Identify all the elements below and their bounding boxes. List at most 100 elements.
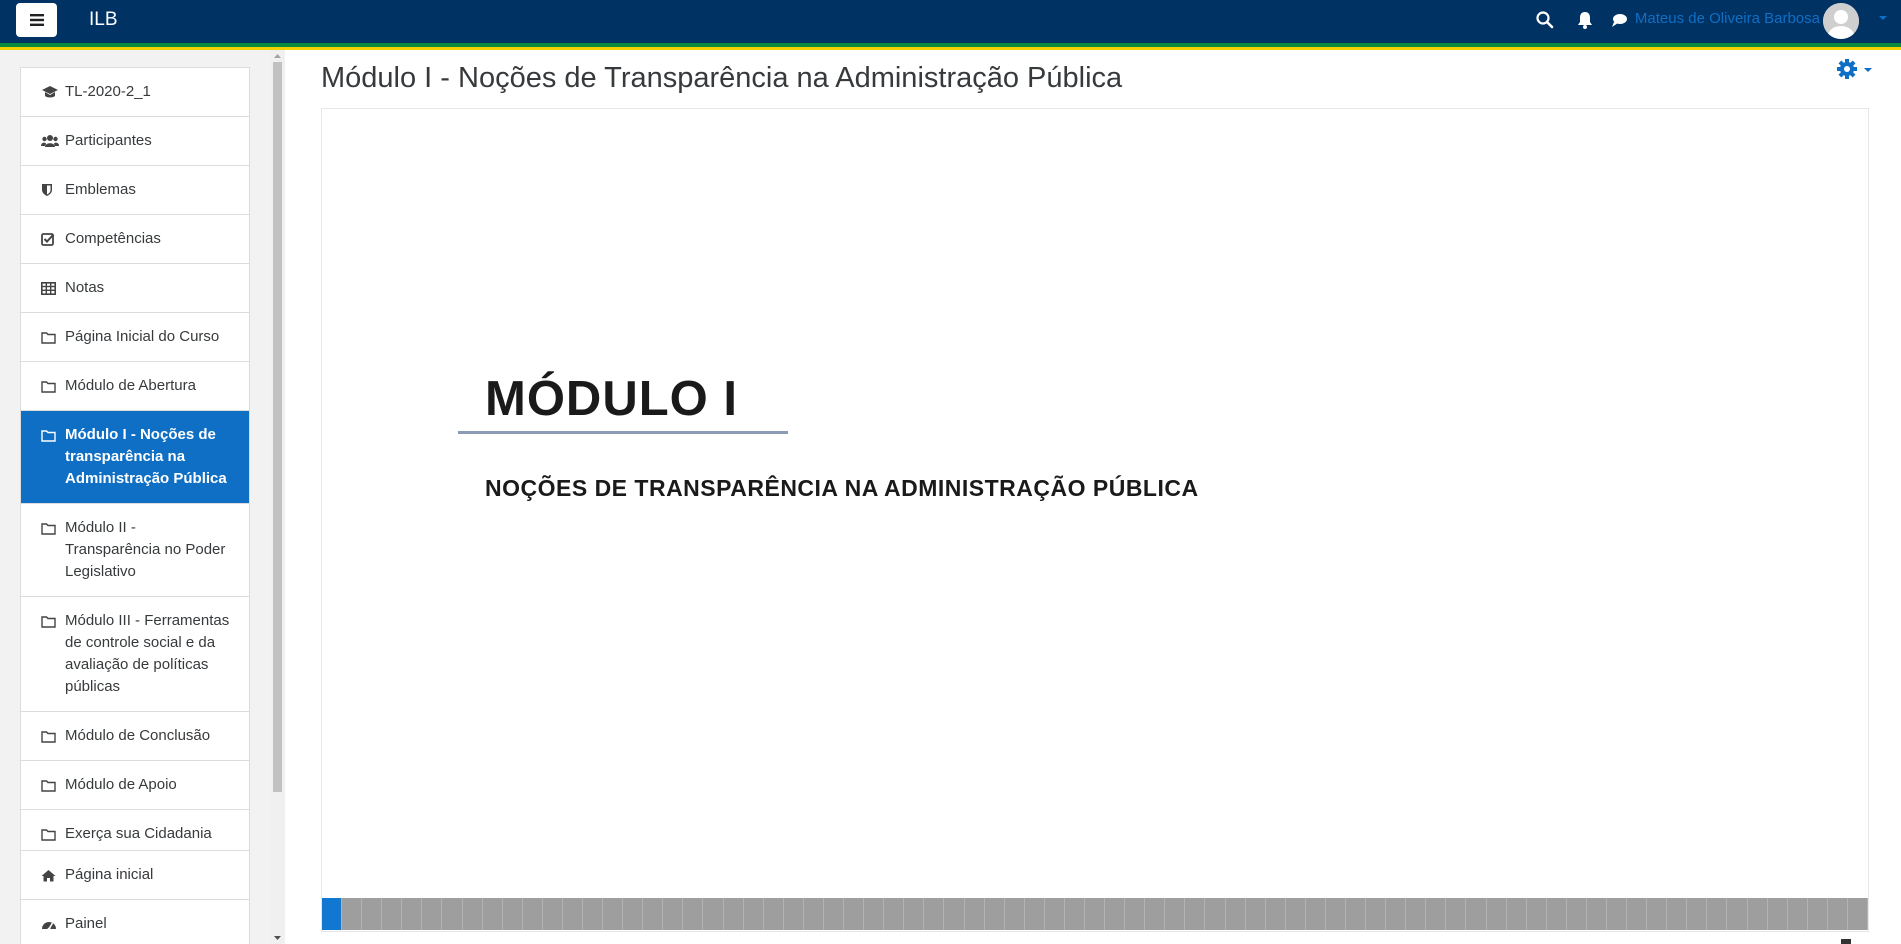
progress-segment[interactable] bbox=[483, 898, 503, 930]
user-menu-name[interactable]: Mateus de Oliveira Barbosa bbox=[1635, 10, 1820, 27]
progress-segment[interactable] bbox=[1346, 898, 1367, 930]
progress-segment[interactable] bbox=[1727, 898, 1748, 930]
nav-item-module-2[interactable]: Módulo II - Transparência no Poder Legis… bbox=[21, 504, 249, 597]
progress-segment[interactable] bbox=[1808, 898, 1828, 930]
progress-segment[interactable] bbox=[1185, 898, 1206, 930]
progress-segment[interactable] bbox=[1567, 898, 1587, 930]
progress-segment[interactable] bbox=[683, 898, 704, 930]
progress-segment[interactable] bbox=[402, 898, 423, 930]
progress-segment[interactable] bbox=[1828, 898, 1848, 930]
progress-segment[interactable] bbox=[1406, 898, 1427, 930]
progress-segment[interactable] bbox=[1446, 898, 1467, 930]
progress-segment[interactable] bbox=[1527, 898, 1547, 930]
bell-icon[interactable] bbox=[1575, 10, 1595, 30]
chat-icon[interactable] bbox=[1609, 10, 1629, 30]
progress-segment[interactable] bbox=[1748, 898, 1768, 930]
progress-segment[interactable] bbox=[382, 898, 403, 930]
progress-segment[interactable] bbox=[844, 898, 865, 930]
progress-segment[interactable] bbox=[1085, 898, 1106, 930]
site-brand[interactable]: ILB bbox=[89, 9, 118, 31]
nav-item-course-home[interactable]: Página Inicial do Curso bbox=[21, 313, 249, 362]
progress-segment[interactable] bbox=[1466, 898, 1487, 930]
nav-item-participants[interactable]: Participantes bbox=[21, 117, 249, 166]
progress-segment[interactable] bbox=[623, 898, 644, 930]
nav-item-badges[interactable]: Emblemas bbox=[21, 166, 249, 215]
nav-item-home[interactable]: Página inicial bbox=[21, 851, 249, 900]
nav-item-closing-module[interactable]: Módulo de Conclusão bbox=[21, 712, 249, 761]
progress-segment[interactable] bbox=[1246, 898, 1266, 930]
progress-segment[interactable] bbox=[1768, 898, 1788, 930]
progress-segment[interactable] bbox=[1205, 898, 1226, 930]
progress-segment[interactable] bbox=[744, 898, 764, 930]
progress-segment[interactable] bbox=[1266, 898, 1286, 930]
avatar[interactable] bbox=[1823, 3, 1859, 39]
progress-segment[interactable] bbox=[1226, 898, 1246, 930]
progress-segment[interactable] bbox=[563, 898, 584, 930]
progress-segment[interactable] bbox=[804, 898, 824, 930]
progress-segment[interactable] bbox=[1165, 898, 1186, 930]
progress-segment[interactable] bbox=[1547, 898, 1567, 930]
progress-segment[interactable] bbox=[965, 898, 985, 930]
presentation-viewer[interactable]: MÓDULO I NOÇÕES DE TRANSPARÊNCIA NA ADMI… bbox=[321, 108, 1869, 932]
progress-segment[interactable] bbox=[1145, 898, 1166, 930]
progress-segment[interactable] bbox=[884, 898, 905, 930]
progress-segment[interactable] bbox=[1667, 898, 1688, 930]
progress-segment[interactable] bbox=[503, 898, 523, 930]
progress-segment[interactable] bbox=[1105, 898, 1126, 930]
progress-segment[interactable] bbox=[523, 898, 543, 930]
progress-segment[interactable] bbox=[1366, 898, 1387, 930]
progress-segment[interactable] bbox=[1707, 898, 1728, 930]
progress-segment[interactable] bbox=[784, 898, 804, 930]
menu-toggle-button[interactable] bbox=[16, 3, 57, 37]
progress-segment[interactable] bbox=[643, 898, 664, 930]
progress-segment[interactable] bbox=[1005, 898, 1025, 930]
progress-segment[interactable] bbox=[1607, 898, 1628, 930]
progress-segment[interactable] bbox=[603, 898, 624, 930]
chevron-down-icon[interactable] bbox=[1878, 14, 1888, 22]
progress-segment[interactable] bbox=[824, 898, 845, 930]
scroll-up-arrow-icon[interactable] bbox=[273, 52, 282, 60]
progress-segment[interactable] bbox=[362, 898, 383, 930]
progress-segment[interactable] bbox=[1848, 898, 1869, 930]
progress-segment[interactable] bbox=[724, 898, 744, 930]
progress-segment[interactable] bbox=[1125, 898, 1146, 930]
progress-segment[interactable] bbox=[944, 898, 965, 930]
progress-segment[interactable] bbox=[864, 898, 885, 930]
progress-segment[interactable] bbox=[1507, 898, 1527, 930]
progress-segment[interactable] bbox=[924, 898, 945, 930]
nav-item-module-1[interactable]: Módulo I - Noções de transparência na Ad… bbox=[21, 411, 249, 504]
progress-segment[interactable] bbox=[1025, 898, 1045, 930]
progress-segment[interactable] bbox=[1788, 898, 1808, 930]
search-icon[interactable] bbox=[1535, 10, 1555, 30]
progress-segment[interactable] bbox=[1045, 898, 1065, 930]
drawer-scroll-thumb[interactable] bbox=[273, 62, 282, 792]
progress-segment[interactable] bbox=[1487, 898, 1507, 930]
progress-segment[interactable] bbox=[1306, 898, 1326, 930]
progress-segment[interactable] bbox=[583, 898, 604, 930]
progress-segment[interactable] bbox=[1687, 898, 1708, 930]
slide-progress-bar[interactable] bbox=[322, 898, 1869, 930]
progress-segment[interactable] bbox=[985, 898, 1005, 930]
scroll-down-arrow-icon[interactable] bbox=[273, 934, 282, 942]
progress-segment[interactable] bbox=[463, 898, 483, 930]
progress-segment[interactable] bbox=[1286, 898, 1306, 930]
nav-item-grades[interactable]: Notas bbox=[21, 264, 249, 313]
progress-segment[interactable] bbox=[342, 898, 363, 930]
progress-segment[interactable] bbox=[543, 898, 563, 930]
nav-item-course[interactable]: TL-2020-2_1 bbox=[21, 68, 249, 117]
progress-segment[interactable] bbox=[1587, 898, 1607, 930]
settings-menu-button[interactable] bbox=[1836, 58, 1876, 82]
nav-item-support-module[interactable]: Módulo de Apoio bbox=[21, 761, 249, 810]
progress-segment[interactable] bbox=[1627, 898, 1648, 930]
progress-segment[interactable] bbox=[1426, 898, 1447, 930]
progress-segment[interactable] bbox=[764, 898, 784, 930]
progress-segment[interactable] bbox=[322, 898, 343, 930]
progress-segment[interactable] bbox=[442, 898, 463, 930]
progress-segment[interactable] bbox=[1326, 898, 1346, 930]
nav-item-module-3[interactable]: Módulo III - Ferramentas de controle soc… bbox=[21, 597, 249, 712]
progress-segment[interactable] bbox=[1065, 898, 1085, 930]
progress-segment[interactable] bbox=[422, 898, 443, 930]
nav-item-dashboard[interactable]: Painel bbox=[21, 900, 249, 944]
progress-segment[interactable] bbox=[1386, 898, 1407, 930]
progress-segment[interactable] bbox=[904, 898, 925, 930]
